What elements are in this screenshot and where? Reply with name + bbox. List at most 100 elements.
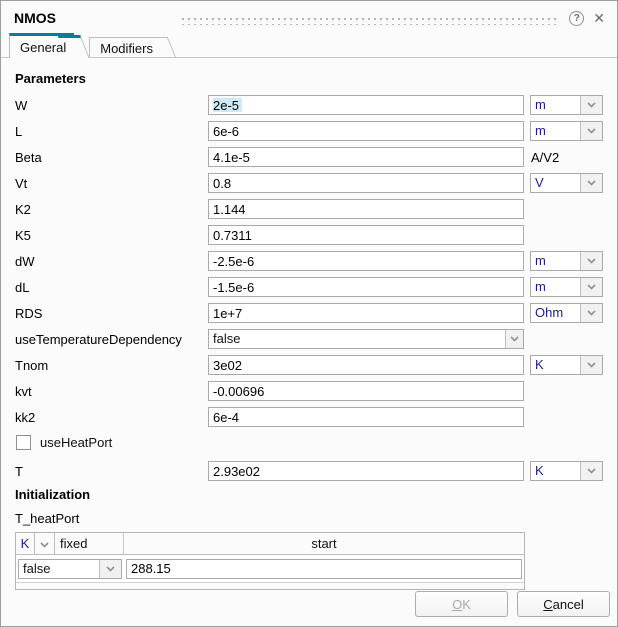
param-input-K2[interactable]: [208, 199, 524, 219]
unit-combo-L[interactable]: m: [530, 121, 603, 141]
table-empty-strip: [16, 582, 524, 589]
param-row-K5: K5: [15, 225, 603, 245]
param-row-W: Wm: [15, 95, 603, 115]
unit-value-dL: m: [535, 279, 546, 294]
param-row-Vt: Vt V: [15, 173, 603, 193]
table-header-row: K fixed start: [16, 533, 524, 555]
param-input-RDS[interactable]: [208, 303, 524, 323]
param-label-K2: K2: [15, 201, 31, 217]
button-box: OK Cancel: [415, 591, 610, 617]
chevron-down-icon: [580, 174, 602, 192]
param-label-K5: K5: [15, 227, 31, 243]
unit-combo-RDS[interactable]: Ohm: [530, 303, 603, 323]
unit-value-Vt: V: [535, 175, 544, 190]
fixed-dropdown[interactable]: false: [18, 558, 122, 579]
chevron-down-icon: [40, 536, 49, 551]
param-input-K5[interactable]: [208, 225, 524, 245]
param-label-kvt: kvt: [15, 383, 32, 399]
param-label-kk2: kk2: [15, 409, 36, 425]
param-dropdown-useTemperatureDependency[interactable]: false: [208, 329, 524, 349]
param-label-T: T: [15, 463, 23, 479]
param-row-K2: K2: [15, 199, 603, 219]
fixed-dropdown-value: false: [23, 560, 51, 576]
param-row-useTemperatureDependency: useTemperatureDependency false: [15, 329, 603, 349]
param-input-T[interactable]: [208, 461, 524, 481]
unit-combo-W[interactable]: m: [530, 95, 603, 115]
chevron-down-icon: [580, 122, 602, 140]
close-icon[interactable]: ✕: [593, 11, 605, 25]
chevron-down-icon: [580, 278, 602, 296]
param-row-Tnom: Tnom K: [15, 355, 603, 375]
cancel-button-label: Cancel: [543, 596, 584, 612]
unit-value-L: m: [535, 123, 546, 138]
table-data-row: false: [16, 555, 524, 582]
tab-page-general: Parameters WmLmBetaA/V2VtVK2K5dWmdLmRDSO…: [1, 58, 617, 590]
param-input-W[interactable]: [208, 95, 524, 115]
ok-button[interactable]: OK: [415, 591, 508, 617]
table-unit-value: K: [16, 533, 35, 554]
param-row-T: TK: [15, 461, 603, 481]
param-label-W: W: [15, 97, 28, 113]
param-label-Beta: Beta: [15, 149, 42, 165]
tab-modifiers-label: Modifiers: [100, 40, 153, 56]
param-input-kvt[interactable]: [208, 381, 524, 401]
nmos-parameters-dialog: NMOS ? ✕ General Modifiers Parameters Wm…: [0, 0, 618, 627]
tab-bar: General Modifiers: [1, 32, 617, 58]
param-input-dL[interactable]: [208, 277, 524, 297]
unit-value-RDS: Ohm: [535, 305, 564, 320]
useheatport-label: useHeatPort: [40, 434, 113, 450]
param-input-dW[interactable]: [208, 251, 524, 271]
param-input-L[interactable]: [208, 121, 524, 141]
tab-general-label: General: [20, 39, 67, 55]
param-input-Tnom[interactable]: [208, 355, 524, 375]
chevron-down-icon: [505, 330, 523, 348]
t-heatport-table: K fixed start false: [15, 532, 525, 590]
ok-button-label: OK: [452, 596, 471, 612]
initialization-section-header: Initialization: [15, 487, 91, 502]
table-unit-combo-button[interactable]: [35, 533, 55, 554]
unit-combo-dL[interactable]: m: [530, 277, 603, 297]
param-label-L: L: [15, 123, 23, 139]
unit-value-Tnom: K: [535, 357, 544, 372]
column-header-fixed: fixed: [55, 533, 124, 554]
chevron-down-icon: [99, 559, 121, 578]
param-input-kk2[interactable]: [208, 407, 524, 427]
t-row-container: TK: [15, 461, 603, 481]
param-label-dL: dL: [15, 279, 30, 295]
tab-modifiers[interactable]: Modifiers: [89, 37, 161, 58]
useheatport-row: useHeatPort: [16, 434, 603, 450]
parameters-rows: WmLmBetaA/V2VtVK2K5dWmdLmRDSOhmuseTemper…: [15, 95, 603, 427]
chevron-down-icon: [580, 462, 602, 480]
param-label-Vt: Vt: [15, 175, 28, 191]
help-icon[interactable]: ?: [569, 10, 585, 26]
useheatport-checkbox[interactable]: [16, 434, 31, 450]
parameters-section-header: Parameters: [15, 71, 86, 86]
chevron-down-icon: [580, 252, 602, 270]
unit-combo-Vt[interactable]: V: [530, 173, 603, 193]
param-row-RDS: RDS Ohm: [15, 303, 603, 323]
drag-grip[interactable]: [180, 14, 560, 25]
param-label-dW: dW: [15, 253, 35, 269]
chevron-down-icon: [580, 356, 602, 374]
unit-value-W: m: [535, 97, 546, 112]
param-input-Vt[interactable]: [208, 173, 524, 193]
unit-value-T: K: [535, 463, 544, 478]
cancel-button[interactable]: Cancel: [517, 591, 610, 617]
column-header-start: start: [311, 536, 337, 551]
unit-combo-dW[interactable]: m: [530, 251, 603, 271]
tab-general[interactable]: General: [9, 33, 75, 58]
param-input-Beta[interactable]: [208, 147, 524, 167]
unit-value-dW: m: [535, 253, 546, 268]
param-label-Tnom: Tnom: [15, 357, 49, 373]
param-row-L: Lm: [15, 121, 603, 141]
param-row-kk2: kk2: [15, 407, 603, 427]
t-heatport-label: T_heatPort: [15, 511, 80, 526]
param-label-useTemperatureDependency: useTemperatureDependency: [15, 331, 182, 347]
chevron-down-icon: [580, 304, 602, 322]
unit-combo-Tnom[interactable]: K: [530, 355, 603, 375]
unit-combo-T[interactable]: K: [530, 461, 603, 481]
start-input[interactable]: [126, 558, 522, 579]
param-label-RDS: RDS: [15, 305, 43, 321]
chevron-down-icon: [580, 96, 602, 114]
param-row-dW: dW m: [15, 251, 603, 271]
